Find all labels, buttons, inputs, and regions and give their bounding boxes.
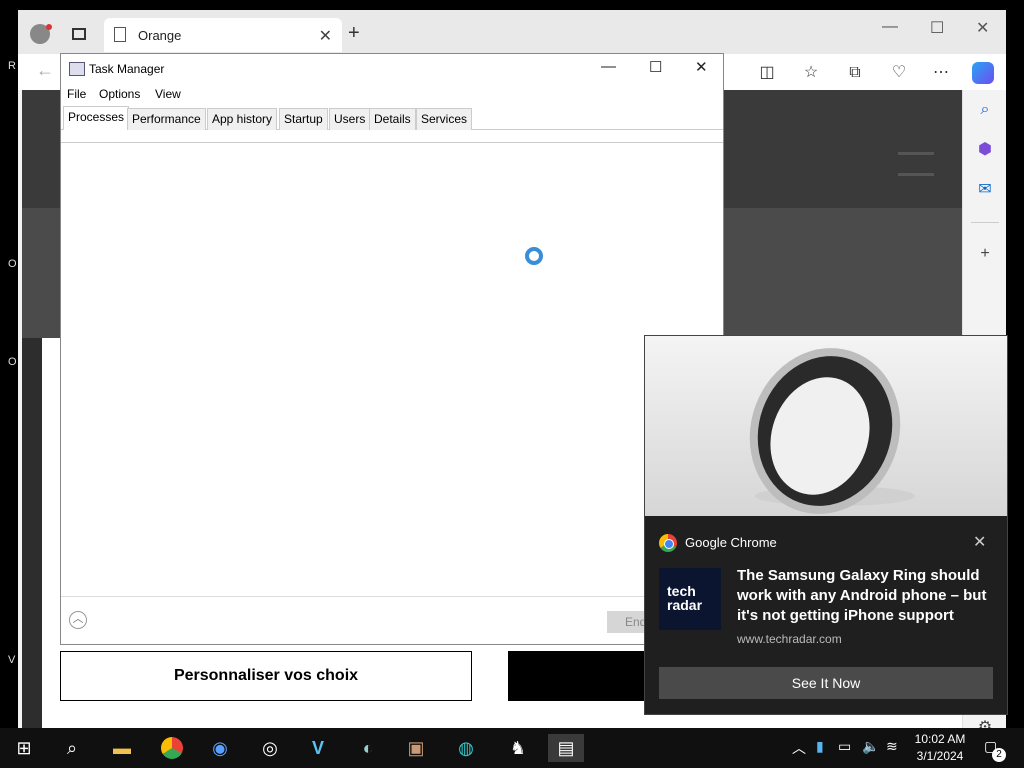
task-manager-icon[interactable]: ▤ — [548, 734, 584, 762]
steam-icon[interactable]: ◐ — [354, 734, 382, 762]
file-explorer-icon[interactable]: ▬ — [108, 734, 136, 762]
logo-line-1: tech — [667, 583, 696, 599]
notification-hero-image — [645, 336, 1007, 516]
taskbar: ⊞ ⌕ ▬ ◉ ◎ V ◐ ▣ ◍ ♞ ▤ ︿ ▮ ▭ 🔈 ≋ 10:02 AM… — [0, 728, 1024, 768]
notification-headline: The Samsung Galaxy Ring should work with… — [737, 567, 987, 624]
menu-view[interactable]: View — [155, 87, 181, 101]
tab-users[interactable]: Users — [329, 108, 371, 130]
loading-spinner-icon — [525, 247, 543, 265]
task-manager-icon — [69, 62, 85, 76]
m365-icon[interactable]: ⬢ — [973, 138, 997, 162]
notification-toast[interactable]: Google Chrome ✕ tech radar The Samsung G… — [644, 335, 1008, 715]
wifi-icon[interactable]: ≋ — [886, 738, 898, 755]
edge-icon[interactable]: ◍ — [452, 734, 480, 762]
hamburger-icon — [898, 152, 934, 176]
tab-title: Orange — [138, 28, 182, 43]
search-icon[interactable]: ⌕ — [58, 734, 86, 762]
tab-startup[interactable]: Startup — [279, 108, 328, 130]
tray-app-icon[interactable]: ▮ — [816, 738, 824, 755]
task-manager-menubar: File Options View — [61, 84, 723, 104]
clock-time: 10:02 AM — [914, 732, 966, 746]
app-icon[interactable]: ◉ — [206, 734, 234, 762]
logo-line-2: radar — [667, 597, 703, 613]
task-manager-footer: ︿ End task — [61, 596, 723, 644]
chrome-icon — [659, 534, 677, 552]
clock[interactable]: 10:02 AM 3/1/2024 — [904, 731, 976, 765]
techradar-logo: tech radar — [659, 568, 721, 630]
new-tab-icon[interactable]: + — [348, 22, 360, 45]
more-icon[interactable]: ⋯ — [930, 62, 952, 84]
see-it-now-button[interactable]: See It Now — [659, 667, 993, 699]
notification-app-name: Google Chrome — [685, 535, 777, 550]
favorites-icon[interactable]: ☆ — [800, 62, 822, 84]
menu-options[interactable]: Options — [99, 87, 140, 101]
task-manager-tabs: Processes Performance App history Startu… — [61, 106, 723, 130]
tab-details[interactable]: Details — [369, 108, 416, 130]
obs-icon[interactable]: ◎ — [256, 734, 284, 762]
desktop-label-fragment: O — [8, 258, 17, 270]
split-screen-icon[interactable]: ◫ — [756, 62, 778, 84]
app-v-icon[interactable]: V — [304, 734, 332, 762]
desktop-label-fragment: O — [8, 356, 17, 368]
minimize-icon[interactable]: — — [601, 58, 616, 75]
app-icon-2[interactable]: ♞ — [504, 734, 532, 762]
galaxy-ring-image — [749, 348, 915, 514]
tray-chevron-icon[interactable]: ︿ — [792, 738, 806, 758]
desktop-label-fragment: R — [8, 60, 16, 72]
performance-icon[interactable]: ♡ — [888, 62, 910, 84]
start-icon[interactable]: ⊞ — [10, 734, 38, 762]
task-manager-title: Task Manager — [89, 62, 165, 76]
back-icon[interactable]: ← — [36, 60, 54, 81]
network-icon[interactable]: ▭ — [838, 738, 851, 755]
collections-icon[interactable]: ⧉ — [844, 62, 866, 84]
copilot-icon[interactable] — [972, 62, 994, 84]
task-manager-titlebar[interactable]: Task Manager — ☐ ✕ — [61, 54, 723, 84]
accept-button[interactable] — [508, 651, 648, 701]
photos-icon[interactable]: ▣ — [402, 734, 430, 762]
maximize-icon[interactable]: ☐ — [649, 58, 662, 76]
close-icon[interactable]: ✕ — [695, 58, 708, 76]
clock-date: 3/1/2024 — [916, 749, 964, 763]
notification-source: www.techradar.com — [737, 632, 842, 646]
process-list — [61, 142, 723, 596]
desktop-label-fragment: V — [8, 654, 16, 666]
sidebar-divider — [971, 222, 999, 223]
menu-file[interactable]: File — [67, 87, 86, 101]
browser-tab-bar: Orange ✕ + — ☐ ✕ — [18, 10, 1006, 54]
tab-orange[interactable]: Orange ✕ — [104, 18, 342, 52]
add-icon[interactable]: + — [973, 242, 997, 266]
chrome-icon[interactable] — [158, 734, 186, 762]
tab-actions-icon[interactable] — [72, 28, 86, 40]
fewer-details-icon[interactable]: ︿ — [69, 611, 87, 629]
task-manager-window: Task Manager — ☐ ✕ File Options View Pro… — [60, 53, 724, 645]
volume-icon[interactable]: 🔈 — [862, 738, 879, 755]
outlook-icon[interactable]: ✉ — [973, 178, 997, 202]
search-icon[interactable]: ⌕ — [973, 98, 997, 122]
notification-count-badge: 2 — [992, 748, 1006, 762]
tab-app-history[interactable]: App history — [207, 108, 278, 130]
tab-services[interactable]: Services — [416, 108, 473, 130]
tab-close-icon[interactable]: ✕ — [319, 26, 332, 46]
tab-processes[interactable]: Processes — [63, 106, 130, 130]
close-icon[interactable]: ✕ — [976, 18, 989, 38]
notification-close-icon[interactable]: ✕ — [973, 532, 986, 552]
maximize-icon[interactable]: ☐ — [930, 18, 944, 38]
page-icon — [114, 27, 126, 42]
personalize-choices-button[interactable]: Personnaliser vos choix — [60, 651, 472, 701]
tab-performance[interactable]: Performance — [127, 108, 206, 130]
profile-alert-dot — [46, 24, 52, 30]
minimize-icon[interactable]: — — [882, 18, 898, 36]
